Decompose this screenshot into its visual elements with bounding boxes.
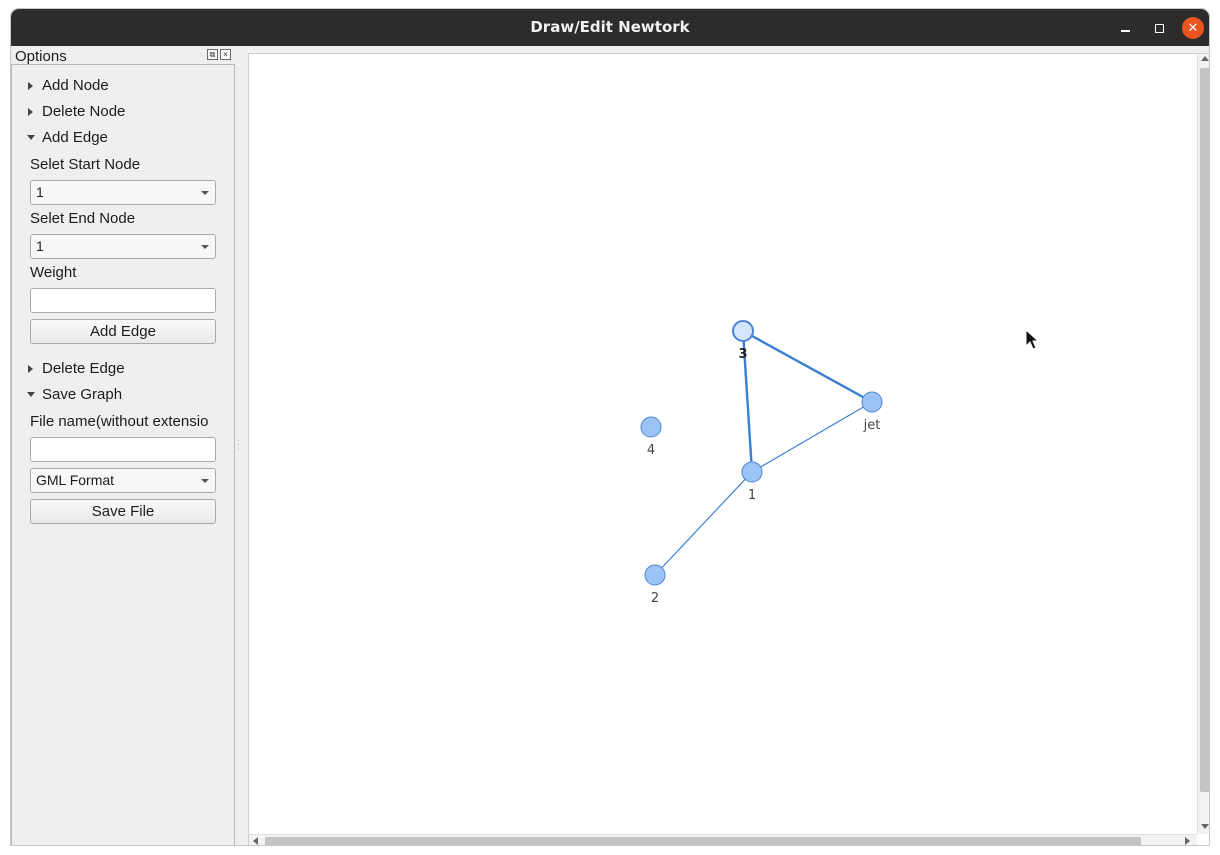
- section-save-graph[interactable]: Save Graph: [27, 386, 123, 403]
- options-panel: Add Node Delete Node Add Edge Selet Star…: [11, 64, 235, 845]
- file-format-value: GML Format: [36, 472, 115, 488]
- file-name-input[interactable]: [30, 437, 216, 462]
- section-delete-node-label: Delete Node: [42, 103, 126, 120]
- scroll-down-icon[interactable]: [1201, 824, 1209, 829]
- maximize-icon: [1154, 23, 1164, 33]
- node-jet[interactable]: [861, 391, 883, 413]
- chevron-down-icon: [201, 479, 209, 483]
- start-node-select[interactable]: 1: [30, 180, 216, 205]
- chevron-down-icon: [201, 245, 209, 249]
- horizontal-scrollbar[interactable]: [249, 834, 1197, 845]
- weight-label: Weight: [30, 264, 77, 281]
- section-add-node-label: Add Node: [42, 77, 109, 94]
- dock-controls: ⧉ ×: [207, 49, 231, 60]
- node-label-1: 1: [748, 488, 756, 503]
- section-add-edge-label: Add Edge: [42, 129, 108, 146]
- close-button[interactable]: ✕: [1182, 17, 1204, 39]
- start-node-label: Selet Start Node: [30, 156, 141, 173]
- node-3[interactable]: [732, 320, 754, 342]
- node-label-4: 4: [647, 443, 655, 458]
- chevron-down-icon: [201, 191, 209, 195]
- vertical-scrollbar[interactable]: [1197, 54, 1209, 834]
- app-window: Draw/Edit Newtork ✕ Options ⧉ × Add Node…: [10, 8, 1210, 846]
- horizontal-scroll-thumb[interactable]: [265, 837, 1141, 845]
- edge-1-jet[interactable]: [751, 401, 873, 473]
- edge-1-2[interactable]: [654, 471, 753, 576]
- expand-arrow-icon: [28, 81, 33, 90]
- collapse-arrow-icon: [27, 392, 35, 397]
- graph-canvas-view[interactable]: 3 jet 4 1 2: [248, 53, 1209, 845]
- scroll-left-icon[interactable]: [253, 837, 258, 845]
- minimize-icon: [1120, 30, 1130, 32]
- node-2[interactable]: [644, 564, 666, 586]
- section-delete-node[interactable]: Delete Node: [28, 103, 125, 120]
- close-icon: ✕: [1187, 20, 1199, 35]
- save-file-button[interactable]: Save File: [30, 499, 216, 524]
- start-node-value: 1: [36, 184, 44, 200]
- file-name-label: File name(without extensio: [30, 413, 209, 430]
- expand-arrow-icon: [28, 364, 33, 373]
- end-node-select[interactable]: 1: [30, 234, 216, 259]
- section-add-node[interactable]: Add Node: [28, 77, 109, 94]
- options-dock: Options ⧉ × Add Node Delete Node Add Edg…: [11, 46, 235, 845]
- dock-title: Options: [15, 48, 67, 65]
- section-add-edge[interactable]: Add Edge: [27, 129, 108, 146]
- node-1[interactable]: [741, 461, 763, 483]
- node-label-2: 2: [651, 591, 659, 606]
- file-format-select[interactable]: GML Format: [30, 468, 216, 493]
- maximize-button[interactable]: [1148, 17, 1170, 39]
- node-label-jet: jet: [863, 418, 881, 433]
- edge-3-jet[interactable]: [742, 329, 873, 404]
- scroll-up-icon[interactable]: [1201, 56, 1209, 61]
- node-label-3: 3: [738, 347, 747, 362]
- graph-canvas[interactable]: 3 jet 4 1 2: [249, 54, 1197, 834]
- add-edge-button[interactable]: Add Edge: [30, 319, 216, 344]
- title-bar[interactable]: Draw/Edit Newtork ✕: [11, 9, 1209, 46]
- vertical-scroll-thumb[interactable]: [1200, 68, 1209, 792]
- mouse-cursor-icon: [1025, 328, 1040, 350]
- section-save-graph-label: Save Graph: [42, 386, 123, 403]
- scroll-right-icon[interactable]: [1185, 837, 1190, 845]
- float-dock-icon[interactable]: ⧉: [207, 49, 218, 60]
- window-title: Draw/Edit Newtork: [530, 18, 690, 36]
- dock-splitter-handle[interactable]: · · ·: [237, 437, 240, 453]
- end-node-value: 1: [36, 238, 44, 254]
- weight-input[interactable]: [30, 288, 216, 313]
- expand-arrow-icon: [28, 107, 33, 116]
- end-node-label: Selet End Node: [30, 210, 136, 227]
- section-delete-edge-label: Delete Edge: [42, 360, 125, 377]
- collapse-arrow-icon: [27, 135, 35, 140]
- section-delete-edge[interactable]: Delete Edge: [28, 360, 125, 377]
- minimize-button[interactable]: [1114, 17, 1136, 39]
- close-dock-icon[interactable]: ×: [220, 49, 231, 60]
- node-4[interactable]: [640, 416, 662, 438]
